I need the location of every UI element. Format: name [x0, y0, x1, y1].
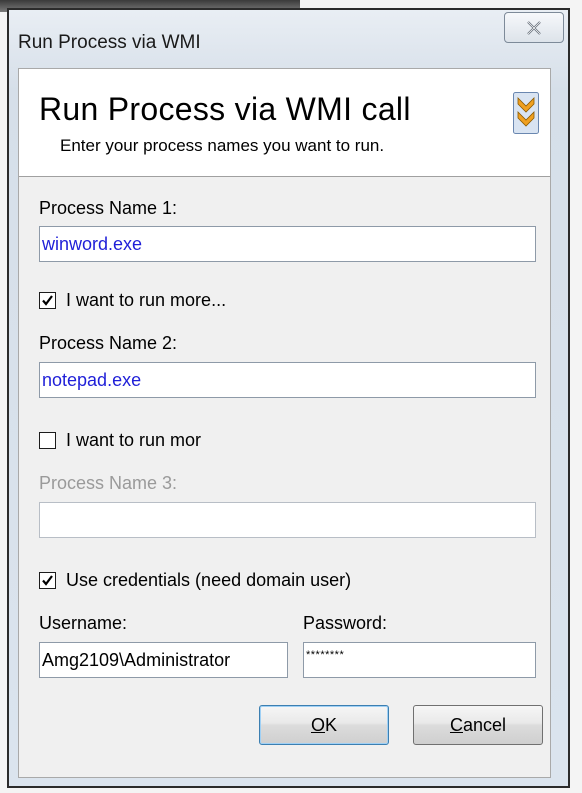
ok-label-rest: K — [325, 714, 338, 735]
header-title: Run Process via WMI call — [39, 91, 411, 127]
username-input[interactable]: Amg2109\Administrator — [39, 642, 288, 678]
double-chevron-icon — [513, 92, 539, 134]
cancel-label-rest: ancel — [462, 714, 507, 735]
process-name-2-label: Process Name 2: — [39, 333, 178, 353]
cancel-button[interactable]: Cancel — [413, 705, 543, 745]
close-button[interactable] — [504, 12, 564, 43]
window-title: Run Process via WMI — [18, 32, 201, 53]
run-more-label-2: I want to run mor — [66, 430, 202, 450]
cancel-mnemonic: C — [449, 714, 463, 735]
ok-mnemonic: O — [310, 714, 325, 735]
dialog-header: Run Process via WMI call Enter your proc… — [19, 69, 550, 177]
process-name-1-input[interactable]: winword.exe — [39, 226, 536, 262]
use-credentials-label: Use credentials (need domain user) — [66, 570, 352, 590]
process-name-1-label: Process Name 1: — [39, 198, 178, 218]
process-name-2-input[interactable]: notepad.exe — [39, 362, 536, 398]
run-more-checkbox-1[interactable] — [39, 292, 56, 309]
expand-button[interactable] — [513, 92, 539, 134]
process-name-3-label: Process Name 3: — [39, 473, 178, 493]
close-icon — [527, 20, 541, 35]
username-label: Username: — [39, 613, 128, 633]
ok-button[interactable]: OK — [259, 705, 389, 745]
use-credentials-checkbox[interactable] — [39, 572, 56, 589]
title-bar[interactable]: Run Process via WMI — [9, 10, 568, 68]
run-more-label-1: I want to run more... — [66, 290, 227, 310]
process-name-3-input[interactable] — [39, 502, 536, 538]
password-label: Password: — [303, 613, 388, 633]
checkmark-icon — [42, 295, 53, 306]
header-subtitle: Enter your process names you want to run… — [60, 136, 385, 155]
dialog-client-area: Run Process via WMI call Enter your proc… — [18, 68, 551, 778]
checkmark-icon — [42, 575, 53, 586]
dialog-window: Run Process via WMI Run Process via WMI … — [7, 8, 570, 788]
run-more-checkbox-2[interactable] — [39, 432, 56, 449]
password-input[interactable]: ******** — [303, 642, 536, 678]
